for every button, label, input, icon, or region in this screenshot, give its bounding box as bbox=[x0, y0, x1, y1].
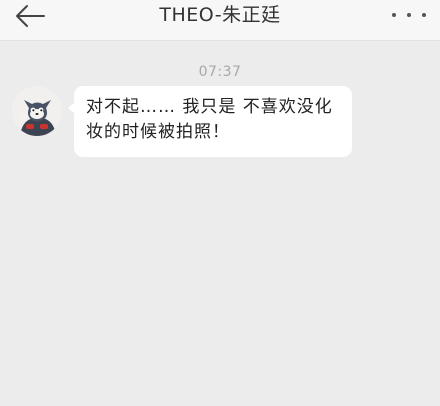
cartoon-cat-avatar-icon bbox=[12, 86, 62, 136]
chat-header: THEO-朱正廷 bbox=[0, 0, 440, 41]
more-dot bbox=[422, 13, 426, 17]
sender-avatar[interactable] bbox=[12, 86, 62, 136]
message-text: 对不起…… 我只是 不喜欢没化妆的时候被拍照！ bbox=[86, 97, 333, 142]
message-timestamp: 07:37 bbox=[198, 64, 242, 80]
chat-screen: THEO-朱正廷 07:37 对不起…… 我只是 不喜欢没化妆的时候被拍照！ bbox=[0, 0, 440, 406]
more-dot bbox=[407, 13, 411, 17]
more-dot bbox=[392, 13, 396, 17]
chat-title: THEO-朱正廷 bbox=[159, 4, 281, 26]
more-button[interactable] bbox=[392, 6, 426, 24]
message-bubble[interactable]: 对不起…… 我只是 不喜欢没化妆的时候被拍照！ bbox=[68, 86, 352, 157]
